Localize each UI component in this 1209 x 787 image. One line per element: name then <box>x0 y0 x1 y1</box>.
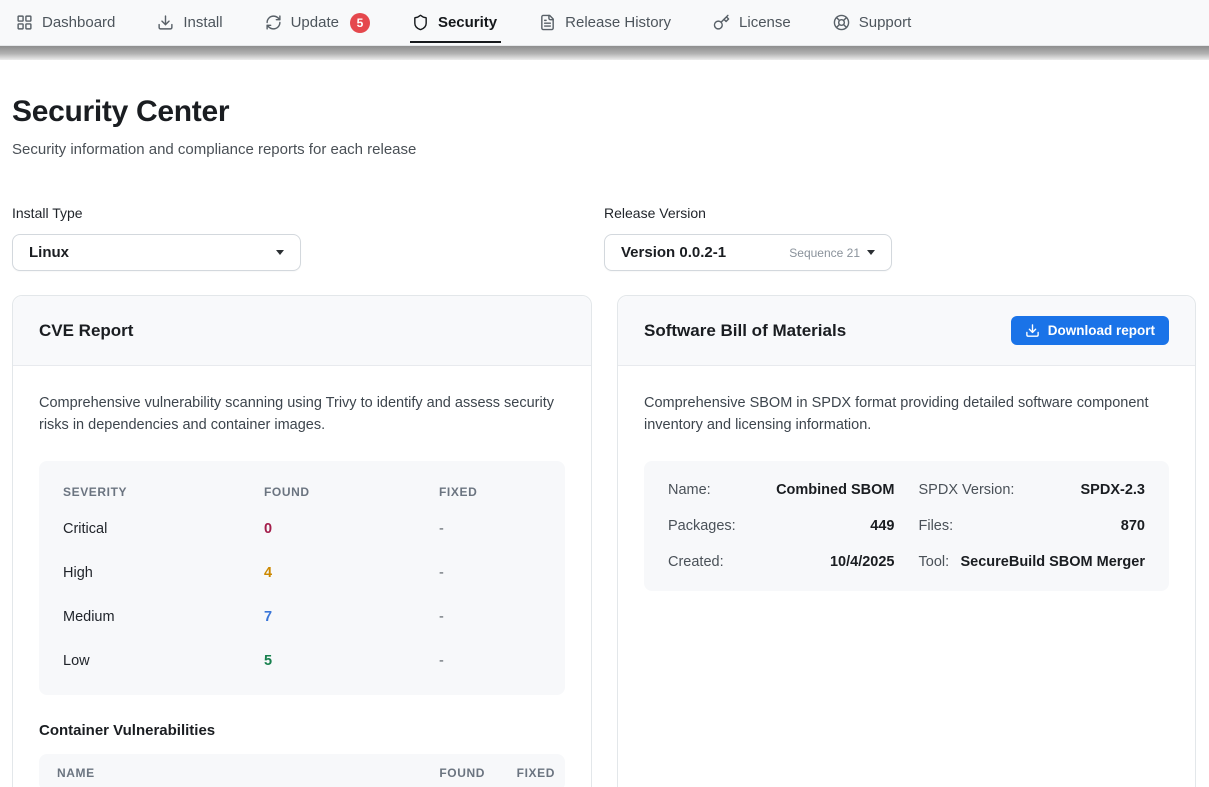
sbom-name-field: Name: Combined SBOM <box>668 472 895 508</box>
container-vulnerabilities-title: Container Vulnerabilities <box>39 722 565 739</box>
nav-item-label: Release History <box>565 14 671 31</box>
cards-row: CVE Report Comprehensive vulnerability s… <box>12 295 1196 787</box>
field-label: Tool: <box>919 554 950 570</box>
severity-table-header: SEVERITY FOUND FIXED <box>63 477 541 507</box>
download-report-button[interactable]: Download report <box>1011 316 1169 345</box>
nav-item-label: Install <box>183 14 222 31</box>
install-type-select[interactable]: Linux <box>12 234 301 271</box>
file-text-icon <box>539 14 556 31</box>
page-title: Security Center <box>12 95 1196 129</box>
nav-item-label: Update <box>291 14 339 31</box>
field-value: Combined SBOM <box>776 482 894 498</box>
nav-item-label: License <box>739 14 791 31</box>
refresh-icon <box>265 14 282 31</box>
sbom-info-grid: Name: Combined SBOM SPDX Version: SPDX-2… <box>644 461 1169 591</box>
nav-item-security[interactable]: Security <box>412 0 497 45</box>
release-version-value: Version 0.0.2-1 <box>621 244 726 261</box>
field-value: 449 <box>870 518 894 534</box>
sbom-created-field: Created: 10/4/2025 <box>668 544 895 580</box>
cve-report-title: CVE Report <box>39 321 133 341</box>
fixed-count: - <box>439 565 541 581</box>
table-row: Medium 7 - <box>63 595 541 639</box>
nav-item-support[interactable]: Support <box>833 0 912 45</box>
found-column-header: FOUND <box>409 766 485 780</box>
severity-label: High <box>63 565 264 581</box>
install-type-filter: Install Type Linux <box>12 205 579 271</box>
found-count: 7 <box>264 609 439 625</box>
key-icon <box>713 14 730 31</box>
table-row: Critical 0 - <box>63 507 541 551</box>
severity-column-header: SEVERITY <box>63 485 264 499</box>
grid-icon <box>16 14 33 31</box>
cve-report-description: Comprehensive vulnerability scanning usi… <box>39 393 561 436</box>
update-count-badge: 5 <box>350 13 370 33</box>
field-value: 10/4/2025 <box>830 554 895 570</box>
name-column-header: NAME <box>57 766 409 780</box>
fixed-count: - <box>439 609 541 625</box>
severity-label: Critical <box>63 521 264 537</box>
release-version-label: Release Version <box>604 205 1171 221</box>
download-icon <box>157 14 174 31</box>
fixed-count: - <box>439 521 541 537</box>
sbom-packages-field: Packages: 449 <box>668 508 895 544</box>
sbom-title: Software Bill of Materials <box>644 321 846 341</box>
found-count: 4 <box>264 565 439 581</box>
download-report-label: Download report <box>1048 323 1155 338</box>
sbom-tool-field: Tool: SecureBuild SBOM Merger <box>919 544 1146 580</box>
found-column-header: FOUND <box>264 485 439 499</box>
cve-report-card: CVE Report Comprehensive vulnerability s… <box>12 295 592 787</box>
sequence-badge: Sequence 21 <box>789 246 860 260</box>
top-nav: Dashboard Install Update 5 Security Rele… <box>0 0 1209 46</box>
field-label: Files: <box>919 518 954 534</box>
life-buoy-icon <box>833 14 850 31</box>
fixed-count: - <box>439 653 541 669</box>
chevron-down-icon <box>867 250 875 255</box>
found-count: 0 <box>264 521 439 537</box>
field-label: Packages: <box>668 518 736 534</box>
page-top-divider <box>0 46 1209 60</box>
nav-item-label: Dashboard <box>42 14 115 31</box>
severity-table: SEVERITY FOUND FIXED Critical 0 - High 4… <box>39 461 565 695</box>
table-row: High 4 - <box>63 551 541 595</box>
nav-item-update[interactable]: Update 5 <box>265 0 370 45</box>
found-count: 5 <box>264 653 439 669</box>
nav-item-label: Security <box>438 14 497 31</box>
main-content: Security Center Security information and… <box>0 60 1209 787</box>
page-subtitle: Security information and compliance repo… <box>12 141 1196 158</box>
shield-icon <box>412 14 429 31</box>
fixed-column-header: FIXED <box>485 766 555 780</box>
release-version-select[interactable]: Version 0.0.2-1 Sequence 21 <box>604 234 892 271</box>
field-value: SecureBuild SBOM Merger <box>960 554 1145 570</box>
nav-item-label: Support <box>859 14 912 31</box>
severity-label: Medium <box>63 609 264 625</box>
nav-item-release-history[interactable]: Release History <box>539 0 671 45</box>
field-value: 870 <box>1121 518 1145 534</box>
download-icon <box>1025 323 1040 338</box>
sbom-card: Software Bill of Materials Download repo… <box>617 295 1196 787</box>
sbom-spdx-version-field: SPDX Version: SPDX-2.3 <box>919 472 1146 508</box>
field-label: SPDX Version: <box>919 482 1015 498</box>
field-label: Created: <box>668 554 724 570</box>
field-label: Name: <box>668 482 711 498</box>
severity-label: Low <box>63 653 264 669</box>
sbom-files-field: Files: 870 <box>919 508 1146 544</box>
nav-item-install[interactable]: Install <box>157 0 222 45</box>
chevron-down-icon <box>276 250 284 255</box>
filters-row: Install Type Linux Release Version Versi… <box>12 205 1196 271</box>
fixed-column-header: FIXED <box>439 485 541 499</box>
nav-item-license[interactable]: License <box>713 0 791 45</box>
release-version-filter: Release Version Version 0.0.2-1 Sequence… <box>604 205 1171 271</box>
field-value: SPDX-2.3 <box>1081 482 1145 498</box>
install-type-label: Install Type <box>12 205 579 221</box>
table-row: Low 5 - <box>63 639 541 683</box>
nav-item-dashboard[interactable]: Dashboard <box>16 0 115 45</box>
container-vulnerabilities-table-header: NAME FOUND FIXED <box>39 754 565 787</box>
sbom-description: Comprehensive SBOM in SPDX format provid… <box>644 393 1166 436</box>
install-type-value: Linux <box>29 244 69 261</box>
